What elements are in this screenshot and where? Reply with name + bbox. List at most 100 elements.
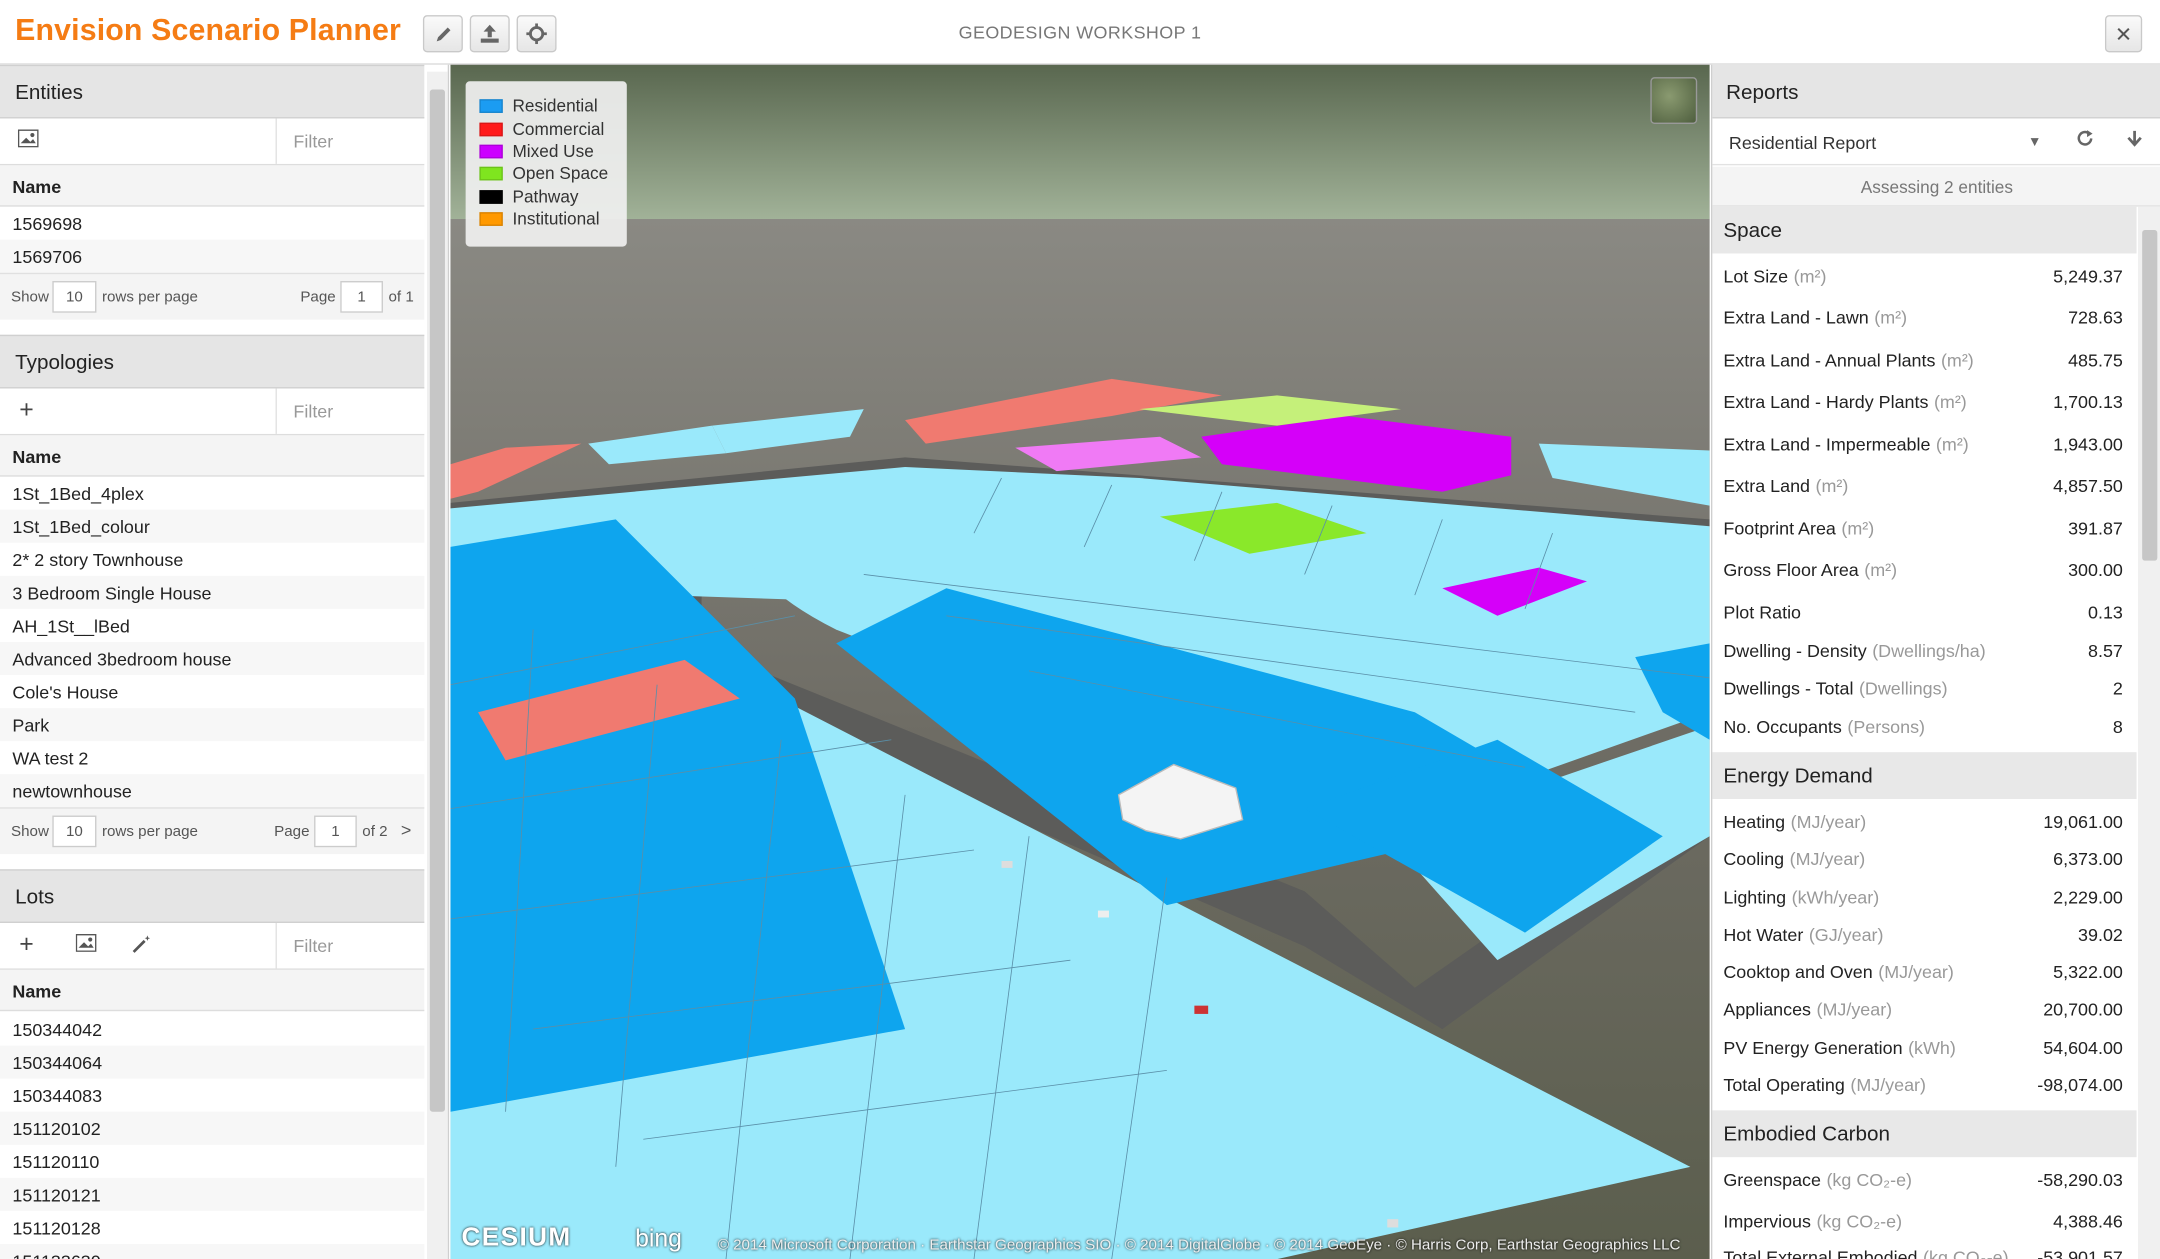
metric-value: 728.63 [2068, 307, 2123, 328]
report-body: Space Lot Size (m²) 5,249.37 Extra Land - … [1712, 206, 2137, 1259]
lots-column-name[interactable]: Name [0, 969, 425, 1012]
typology-row[interactable]: newtownhouse [0, 774, 425, 808]
legend-item-institutional: Institutional [479, 208, 626, 231]
metric-unit: (m²) [1793, 265, 1827, 287]
typology-row[interactable]: Advanced 3bedroom house [0, 641, 425, 676]
metric-value: 5,322.00 [2053, 961, 2123, 983]
entities-header[interactable]: Entities [0, 64, 425, 119]
metric-value: 19,061.00 [2043, 811, 2123, 833]
typology-row[interactable]: 1St_1Bed_colour [0, 509, 425, 543]
page-input[interactable]: 1 [340, 281, 383, 313]
add-icon[interactable]: + [19, 395, 33, 424]
typology-row[interactable]: 3 Bedroom Single House [0, 575, 425, 609]
metric-value: 2,229.00 [2053, 887, 2123, 908]
pager-show-label: Show [11, 289, 49, 306]
metric-value: 54,604.00 [2043, 1037, 2123, 1058]
metric-unit: (m²) [1940, 349, 1974, 371]
metric-label: Extra Land - Annual Plants [1723, 349, 1936, 371]
lot-row[interactable]: 150344083 [0, 1079, 424, 1112]
entities-filter-input[interactable]: Filter [275, 118, 425, 164]
metric-unit: (kg CO₂-e) [1816, 1210, 1903, 1232]
rows-per-page-input[interactable]: 10 [52, 815, 97, 848]
reports-header: Reports [1712, 64, 2160, 119]
legend-label: Commercial [512, 119, 605, 139]
lots-header[interactable]: Lots [0, 869, 425, 923]
metric-value: -58,290.03 [2037, 1169, 2123, 1191]
lots-title: Lots [15, 885, 55, 910]
section-carbon-header[interactable]: Embodied Carbon [1712, 1110, 2137, 1158]
typologies-column-name[interactable]: Name [0, 435, 425, 477]
typology-row[interactable]: 1St_1Bed_4plex [0, 477, 424, 510]
rows-per-page-input[interactable]: 10 [52, 281, 97, 313]
image-icon[interactable] [17, 129, 39, 152]
reports-scrollbar[interactable] [2138, 206, 2160, 1259]
lot-row[interactable]: 151120121 [0, 1177, 425, 1211]
metric-value: 39.02 [2078, 924, 2123, 946]
metric-unit: (MJ/year) [1789, 848, 1866, 870]
entity-row[interactable]: 1569706 [0, 239, 425, 273]
basemap-picker-button[interactable] [1650, 77, 1698, 124]
report-select-value[interactable]: Residential Report [1729, 132, 1876, 153]
metric-unit: (MJ/year) [1878, 961, 1954, 983]
lot-row[interactable]: 150344064 [0, 1045, 425, 1079]
bing-logo[interactable]: bing [635, 1225, 682, 1254]
page-input[interactable]: 1 [314, 815, 357, 848]
download-icon[interactable] [2126, 129, 2144, 152]
metric-value: 1,943.00 [2053, 433, 2123, 455]
map-viewport[interactable]: Residential Commercial Mixed Use Open Sp… [450, 64, 1710, 1259]
metric-label: Plot Ratio [1723, 602, 1802, 623]
entities-column-name[interactable]: Name [0, 165, 425, 207]
typology-row[interactable]: Park [0, 708, 425, 742]
next-page-button[interactable]: > [401, 820, 411, 841]
chevron-down-icon[interactable]: ▼ [2028, 135, 2042, 150]
lot-row[interactable]: 151133630 [0, 1243, 425, 1259]
legend-label: Residential [512, 96, 598, 116]
lot-row[interactable]: 150344042 [0, 1013, 424, 1046]
metric-label: Extra Land - Hardy Plants [1723, 391, 1929, 412]
typology-row[interactable]: Cole's House [0, 675, 424, 708]
metric-unit: (MJ/year) [1850, 1074, 1926, 1096]
typologies-header[interactable]: Typologies [0, 334, 425, 389]
legend-swatch [479, 99, 503, 114]
scrollbar-thumb[interactable] [429, 89, 445, 1112]
lot-row[interactable]: 151120128 [0, 1211, 424, 1244]
left-panel-scrollbar[interactable] [427, 71, 448, 1259]
close-button[interactable]: ✕ [2104, 15, 2143, 53]
metric-unit: (m²) [1874, 307, 1908, 328]
image-icon[interactable] [75, 934, 97, 957]
entity-row[interactable]: 1569698 [0, 207, 424, 240]
section-energy-header[interactable]: Energy Demand [1712, 752, 2137, 800]
metric-unit: (Dwellings) [1858, 677, 1948, 699]
legend-item-open-space: Open Space [479, 163, 626, 186]
lots-filter-input[interactable]: Filter [275, 922, 425, 969]
metric-label: PV Energy Generation [1723, 1037, 1903, 1058]
typology-row[interactable]: AH_1St__lBed [0, 609, 424, 642]
map-legend: Residential Commercial Mixed Use Open Sp… [465, 81, 627, 247]
metric-unit: (Persons) [1847, 716, 1926, 738]
legend-swatch [479, 122, 503, 136]
metric-value: 485.75 [2068, 349, 2123, 371]
scrollbar-thumb[interactable] [2142, 230, 2158, 561]
magic-wand-icon[interactable] [132, 934, 151, 959]
add-icon[interactable]: + [19, 930, 33, 959]
metric-label: Hot Water [1723, 924, 1804, 946]
typology-row[interactable]: 2* 2 story Townhouse [0, 543, 424, 576]
typology-row[interactable]: WA test 2 [0, 741, 424, 774]
lot-row[interactable]: 151120102 [0, 1111, 425, 1145]
refresh-icon[interactable] [2076, 129, 2094, 151]
legend-label: Open Space [512, 164, 609, 184]
close-icon: ✕ [2114, 22, 2133, 47]
sky [450, 64, 1710, 224]
typologies-filter-input[interactable]: Filter [275, 388, 425, 434]
section-space-header[interactable]: Space [1712, 206, 2137, 254]
report-select[interactable]: Residential Report ▼ [1712, 118, 2160, 166]
rows-per-page-label: rows per page [101, 823, 198, 841]
metric-label: Dwellings - Total [1723, 677, 1854, 699]
legend-label: Institutional [512, 209, 600, 229]
reports-panel: Reports Residential Report ▼ Assessing 2… [1710, 64, 2160, 1259]
metric-unit: (GJ/year) [1808, 924, 1884, 946]
metric-value: 5,249.37 [2053, 265, 2123, 287]
lot-row[interactable]: 151120110 [0, 1145, 424, 1178]
map-attribution: © 2014 Microsoft Corporation · Earthstar… [717, 1237, 1681, 1254]
cesium-logo[interactable]: CESIUM [461, 1223, 571, 1253]
